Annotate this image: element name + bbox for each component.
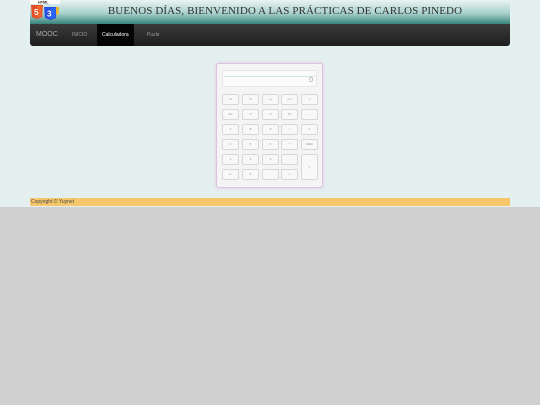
key-dash[interactable]: - bbox=[301, 109, 318, 120]
display-value: 0 bbox=[309, 77, 313, 84]
key-7[interactable]: 7 bbox=[222, 124, 239, 135]
key-inverse[interactable]: 1/x bbox=[222, 109, 239, 120]
key-decimal[interactable]: . bbox=[262, 169, 279, 180]
calculator: 0 x² x³ x y e x √ 1/x x! n! % - 7 8 9 / … bbox=[216, 63, 323, 188]
key-9[interactable]: 9 bbox=[262, 124, 279, 135]
footer: Copyright © Yuynet bbox=[30, 198, 510, 206]
html5-css3-logo: HTML 5 3 bbox=[30, 0, 60, 20]
key-add[interactable]: + bbox=[281, 169, 298, 180]
key-sqrt[interactable]: √ bbox=[301, 94, 318, 105]
key-multiply[interactable]: * bbox=[281, 139, 298, 150]
key-sign[interactable]: ± bbox=[301, 124, 318, 135]
svg-text:5: 5 bbox=[34, 8, 39, 17]
key-0[interactable]: 0 bbox=[242, 169, 259, 180]
svg-text:HTML: HTML bbox=[38, 1, 49, 5]
key-2[interactable]: 2 bbox=[242, 154, 259, 165]
calculator-display: 0 bbox=[222, 70, 317, 87]
key-6[interactable]: 6 bbox=[262, 139, 279, 150]
key-clear[interactable]: CE/C bbox=[301, 139, 318, 150]
key-subtract[interactable]: - bbox=[281, 154, 298, 165]
key-n-factorial[interactable]: n! bbox=[262, 109, 279, 120]
nav-item-inicio[interactable]: INICIO bbox=[67, 24, 92, 46]
key-8[interactable]: 8 bbox=[242, 124, 259, 135]
key-exp[interactable]: e x bbox=[281, 94, 298, 105]
key-percent[interactable]: % bbox=[281, 109, 298, 120]
key-square[interactable]: x² bbox=[222, 94, 239, 105]
key-1[interactable]: 1 bbox=[222, 154, 239, 165]
navbar: MOOC INICIO Calculadora Puzle bbox=[30, 24, 510, 46]
nav-item-calculadora[interactable]: Calculadora bbox=[97, 24, 134, 46]
key-divide[interactable]: / bbox=[281, 124, 298, 135]
display-divider bbox=[224, 76, 315, 77]
key-cube[interactable]: x³ bbox=[242, 94, 259, 105]
nav-item-puzle[interactable]: Puzle bbox=[142, 24, 165, 46]
key-factorial[interactable]: x! bbox=[242, 109, 259, 120]
footer-copyright: Copyright © Yuynet bbox=[31, 199, 75, 205]
nav-brand-mooc[interactable]: MOOC bbox=[32, 24, 62, 46]
key-4[interactable]: 4 bbox=[222, 139, 239, 150]
svg-text:3: 3 bbox=[47, 10, 52, 19]
key-plus-minus[interactable]: +/- bbox=[222, 169, 239, 180]
page-title: BUENOS DÍAS, BIENVENIDO A LAS PRÁCTICAS … bbox=[107, 5, 463, 17]
key-power[interactable]: x y bbox=[262, 94, 279, 105]
key-equals[interactable]: = bbox=[301, 154, 318, 180]
key-3[interactable]: 3 bbox=[262, 154, 279, 165]
key-5[interactable]: 5 bbox=[242, 139, 259, 150]
